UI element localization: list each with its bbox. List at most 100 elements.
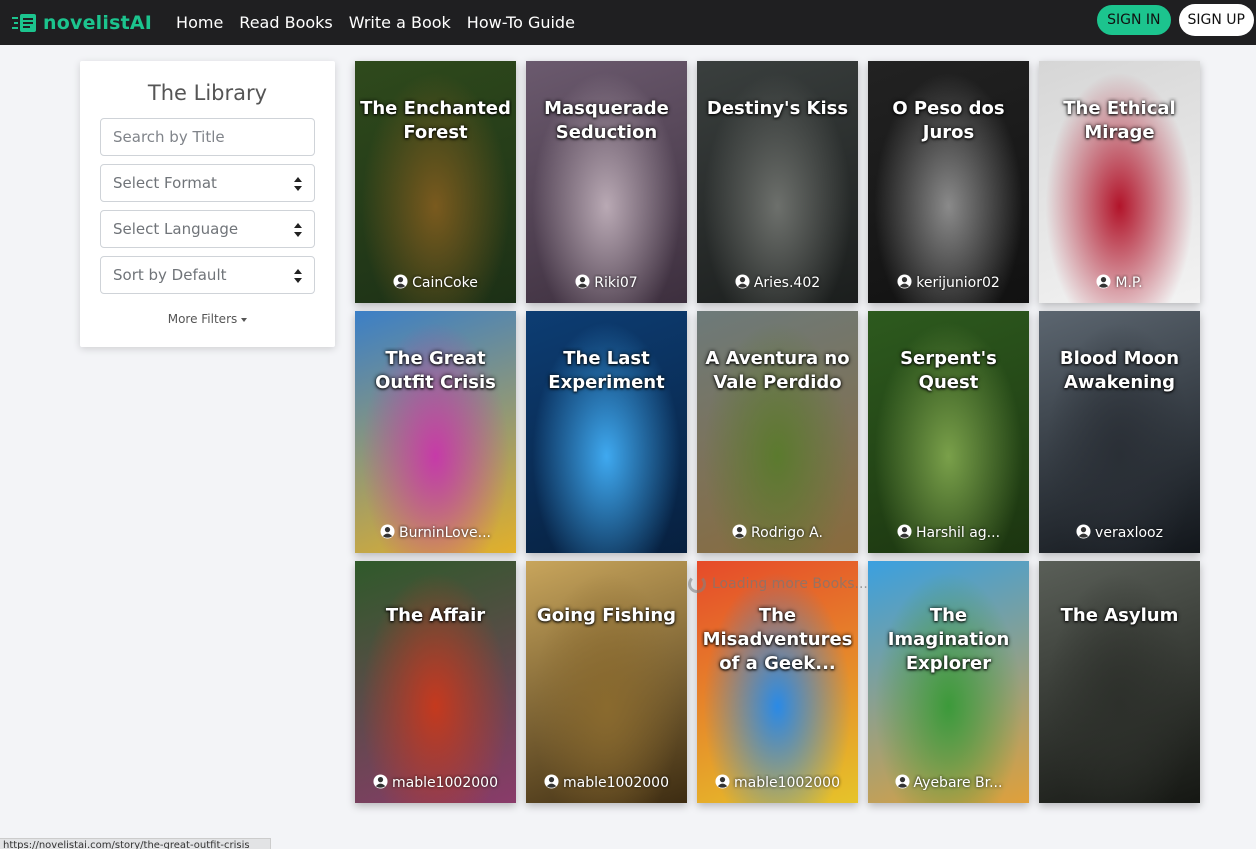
book-author-name: Aries.402 bbox=[753, 275, 821, 291]
book-author: kerijunior02 bbox=[868, 274, 1029, 291]
select-caret-icon bbox=[294, 269, 302, 283]
book-card[interactable]: Blood Moon Awakening veraxlooz bbox=[1039, 311, 1200, 553]
sort-select-value: Sort by Default bbox=[113, 266, 227, 284]
book-author: Harshil ag... bbox=[868, 524, 1029, 541]
user-circle-icon bbox=[544, 774, 559, 789]
book-card[interactable]: Serpent's Quest Harshil ag... bbox=[868, 311, 1029, 553]
book-author: mable1002000 bbox=[526, 774, 687, 791]
book-title: Going Fishing bbox=[536, 605, 677, 626]
book-cover-image bbox=[355, 561, 516, 803]
book-card[interactable]: O Peso dos Juros kerijunior02 bbox=[868, 61, 1029, 303]
book-author-name: Rodrigo A. bbox=[751, 525, 823, 541]
dropdown-arrow-icon bbox=[241, 317, 248, 322]
book-author-name: kerijunior02 bbox=[916, 275, 1000, 291]
nav-link-how-to-guide[interactable]: How-To Guide bbox=[467, 13, 575, 32]
book-card[interactable]: The Affair mable1002000 bbox=[355, 561, 516, 803]
book-grid: The Enchanted Forest CainCoke Masquerade S… bbox=[355, 61, 1205, 811]
book-author-name: BurninLove... bbox=[399, 525, 491, 541]
more-filters-toggle[interactable]: More Filters bbox=[100, 312, 315, 326]
book-author-name: M.P. bbox=[1115, 275, 1143, 291]
select-caret-icon bbox=[294, 177, 302, 191]
format-select-value: Select Format bbox=[113, 174, 217, 192]
user-circle-icon bbox=[895, 774, 910, 789]
book-title: O Peso dos Juros bbox=[892, 98, 1005, 143]
language-select[interactable]: Select Language bbox=[100, 210, 315, 248]
book-card[interactable]: The Ethical Mirage M.P. bbox=[1039, 61, 1200, 303]
user-circle-icon bbox=[735, 274, 750, 289]
book-title: Destiny's Kiss bbox=[706, 98, 849, 119]
book-cover-image bbox=[1039, 561, 1200, 803]
book-card[interactable]: Masquerade Seduction Riki07 bbox=[526, 61, 687, 303]
spinner-icon bbox=[688, 575, 706, 593]
user-circle-icon bbox=[732, 524, 747, 539]
book-author-name: Ayebare Br... bbox=[913, 775, 1003, 791]
user-circle-icon bbox=[1096, 274, 1111, 289]
book-card[interactable]: The Great Outfit Crisis BurninLove... bbox=[355, 311, 516, 553]
book-logo-icon bbox=[12, 13, 36, 32]
status-bar-url: https://novelistai.com/story/the-great-o… bbox=[0, 838, 271, 849]
book-author-name: Harshil ag... bbox=[915, 525, 1001, 541]
loading-indicator: Loading more Books... bbox=[688, 575, 868, 593]
book-author: Aries.402 bbox=[697, 274, 858, 291]
book-title: The Misadventures of a Geek... bbox=[702, 605, 853, 674]
book-author: CainCoke bbox=[355, 274, 516, 291]
library-filter-panel: The Library Select Format Select Languag… bbox=[80, 61, 335, 347]
top-navbar: novelistAI Home Read Books Write a Book … bbox=[0, 0, 1256, 45]
user-circle-icon bbox=[393, 274, 408, 289]
book-author: mable1002000 bbox=[697, 774, 858, 791]
book-title: The Asylum bbox=[1060, 605, 1179, 626]
book-title: The Affair bbox=[385, 605, 486, 626]
book-card[interactable]: Destiny's Kiss Aries.402 bbox=[697, 61, 858, 303]
language-select-value: Select Language bbox=[113, 220, 239, 238]
book-author-name: mable1002000 bbox=[734, 775, 840, 791]
book-author: Rodrigo A. bbox=[697, 524, 858, 541]
book-cover-image bbox=[697, 561, 858, 803]
auth-buttons: SIGN IN SIGN UP bbox=[1097, 4, 1254, 36]
book-author-name: CainCoke bbox=[412, 275, 478, 291]
user-circle-icon bbox=[1076, 524, 1091, 539]
book-title: Serpent's Quest bbox=[900, 348, 997, 393]
brand-logo-link[interactable]: novelistAI bbox=[12, 12, 152, 34]
book-card[interactable]: The Misadventures of a Geek... mable10020… bbox=[697, 561, 858, 803]
book-author: M.P. bbox=[1039, 274, 1200, 291]
book-card[interactable]: The Enchanted Forest CainCoke bbox=[355, 61, 516, 303]
sign-up-button[interactable]: SIGN UP bbox=[1178, 4, 1254, 36]
search-title-input[interactable] bbox=[113, 128, 302, 146]
user-circle-icon bbox=[897, 524, 912, 539]
nav-link-write-book[interactable]: Write a Book bbox=[349, 13, 451, 32]
format-select[interactable]: Select Format bbox=[100, 164, 315, 202]
book-title: The Enchanted Forest bbox=[360, 98, 511, 143]
sort-select[interactable]: Sort by Default bbox=[100, 256, 315, 294]
user-circle-icon bbox=[575, 274, 590, 289]
book-title: The Imagination Explorer bbox=[887, 605, 1010, 674]
book-author: mable1002000 bbox=[355, 774, 516, 791]
nav-links: Home Read Books Write a Book How-To Guid… bbox=[176, 13, 591, 32]
user-circle-icon bbox=[380, 524, 395, 539]
book-author-name: veraxlooz bbox=[1095, 525, 1163, 541]
book-author-name: mable1002000 bbox=[563, 775, 669, 791]
select-caret-icon bbox=[294, 223, 302, 237]
book-card[interactable]: A Aventura no Vale Perdido Rodrigo A. bbox=[697, 311, 858, 553]
book-author: veraxlooz bbox=[1039, 524, 1200, 541]
nav-link-home[interactable]: Home bbox=[176, 13, 223, 32]
book-author: Ayebare Br... bbox=[868, 774, 1029, 791]
sign-in-button[interactable]: SIGN IN bbox=[1097, 5, 1171, 35]
book-cover-image bbox=[868, 561, 1029, 803]
book-author-name: Riki07 bbox=[594, 275, 638, 291]
book-author: BurninLove... bbox=[355, 524, 516, 541]
search-field bbox=[100, 118, 315, 156]
user-circle-icon bbox=[373, 774, 388, 789]
book-card[interactable]: The Last Experiment bbox=[526, 311, 687, 553]
user-circle-icon bbox=[715, 774, 730, 789]
book-title: A Aventura no Vale Perdido bbox=[705, 348, 850, 393]
book-card[interactable]: Going Fishing mable1002000 bbox=[526, 561, 687, 803]
book-title: The Great Outfit Crisis bbox=[375, 348, 496, 393]
book-card[interactable]: The Asylum bbox=[1039, 561, 1200, 803]
nav-link-read-books[interactable]: Read Books bbox=[239, 13, 332, 32]
book-title: The Last Experiment bbox=[548, 348, 665, 393]
book-author-name: mable1002000 bbox=[392, 775, 498, 791]
library-title: The Library bbox=[147, 81, 268, 105]
book-title: Masquerade Seduction bbox=[544, 98, 669, 143]
book-cover-image bbox=[526, 561, 687, 803]
book-card[interactable]: The Imagination Explorer Ayebare Br... bbox=[868, 561, 1029, 803]
